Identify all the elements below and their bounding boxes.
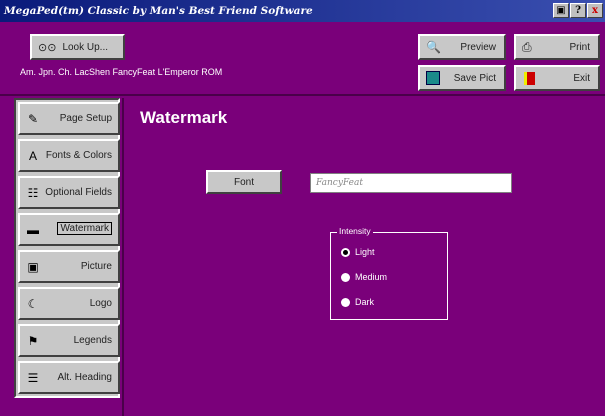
sidebar-item-watermark[interactable]: ▬ Watermark: [18, 213, 120, 246]
sidebar-item-label: Logo: [89, 298, 112, 309]
font-button[interactable]: Font: [206, 170, 282, 194]
radio-dark-dot[interactable]: [341, 297, 350, 307]
radio-dark[interactable]: Dark: [341, 297, 374, 307]
radio-dark-label: Dark: [355, 297, 375, 307]
radio-medium-label: Medium: [355, 272, 388, 282]
preview-icon: 🔍: [426, 40, 441, 54]
restore-button[interactable]: ▣: [553, 3, 569, 18]
sidebar-item-label: Optional Fields: [45, 187, 112, 198]
radio-light-label: Light: [355, 247, 375, 257]
sidebar-item-optional-fields[interactable]: ☷ Optional Fields: [18, 176, 120, 209]
intensity-legend: Intensity: [337, 226, 373, 236]
close-button[interactable]: x: [587, 3, 603, 18]
print-button[interactable]: ⎙ Print: [514, 34, 600, 60]
window-title: MegaPed(tm) Classic by Man's Best Friend…: [4, 5, 313, 17]
sidebar-item-alt-heading[interactable]: ☰ Alt. Heading: [18, 361, 120, 394]
radio-medium[interactable]: Medium: [341, 272, 387, 282]
intensity-group: Intensity Light Medium Dark: [330, 226, 448, 320]
help-button[interactable]: ?: [570, 3, 586, 18]
radio-light[interactable]: Light: [341, 247, 375, 257]
watermark-icon: ▬: [27, 223, 39, 237]
lookup-label: Look Up...: [62, 41, 109, 53]
font-name-field[interactable]: FancyFeat: [310, 173, 512, 193]
alt-heading-icon: ☰: [27, 371, 39, 385]
sidebar-item-label: Picture: [80, 261, 112, 272]
logo-icon: ☾: [27, 297, 39, 311]
preview-button[interactable]: 🔍 Preview: [418, 34, 506, 60]
radio-light-dot[interactable]: [341, 247, 350, 257]
toolbar-divider: [0, 94, 605, 96]
window-controls: ▣ ? x: [553, 3, 603, 18]
page-title: Watermark: [140, 108, 228, 127]
radio-medium-dot[interactable]: [341, 272, 350, 282]
fields-icon: ☷: [27, 186, 39, 200]
print-label: Print: [569, 41, 590, 53]
sidebar-divider: [122, 98, 124, 416]
sidebar-item-label: Legends: [73, 335, 112, 346]
exit-label: Exit: [573, 72, 590, 84]
printer-icon: ⎙: [522, 39, 532, 54]
picture-icon: ▣: [27, 260, 39, 274]
font-button-label: Font: [233, 176, 254, 188]
page-setup-icon: ✎: [27, 112, 39, 126]
save-pict-icon: [426, 71, 440, 85]
sidebar: ✎ Page Setup A Fonts & Colors ☷ Optional Fiel…: [14, 98, 120, 398]
save-pict-label: Save Pict: [453, 72, 496, 84]
window-title-bar: MegaPed(tm) Classic by Man's Best Friend…: [0, 0, 605, 22]
preview-label: Preview: [460, 41, 496, 53]
save-pict-button[interactable]: Save Pict: [418, 65, 506, 91]
sidebar-item-picture[interactable]: ▣ Picture: [18, 250, 120, 283]
binoculars-icon: ⊙⊙: [38, 41, 57, 54]
sidebar-item-page-setup[interactable]: ✎ Page Setup: [18, 102, 120, 135]
sidebar-item-label: Watermark: [57, 222, 112, 235]
exit-button[interactable]: Exit: [514, 65, 600, 91]
sidebar-item-label: Page Setup: [59, 113, 112, 124]
dog-name-display: Am. Jpn. Ch. LacShen FancyFeat L'Emperor…: [20, 67, 223, 77]
fonts-icon: A: [28, 149, 37, 163]
sidebar-item-label: Fonts & Colors: [45, 150, 112, 161]
sidebar-item-label: Alt. Heading: [57, 372, 112, 383]
sidebar-item-legends[interactable]: ⚑ Legends: [18, 324, 120, 357]
legends-icon: ⚑: [27, 334, 39, 348]
sidebar-item-logo[interactable]: ☾ Logo: [18, 287, 120, 320]
sidebar-item-fonts-colors[interactable]: A Fonts & Colors: [18, 139, 120, 172]
lookup-button[interactable]: ⊙⊙ Look Up...: [30, 34, 125, 60]
exit-door-icon: [524, 71, 535, 85]
